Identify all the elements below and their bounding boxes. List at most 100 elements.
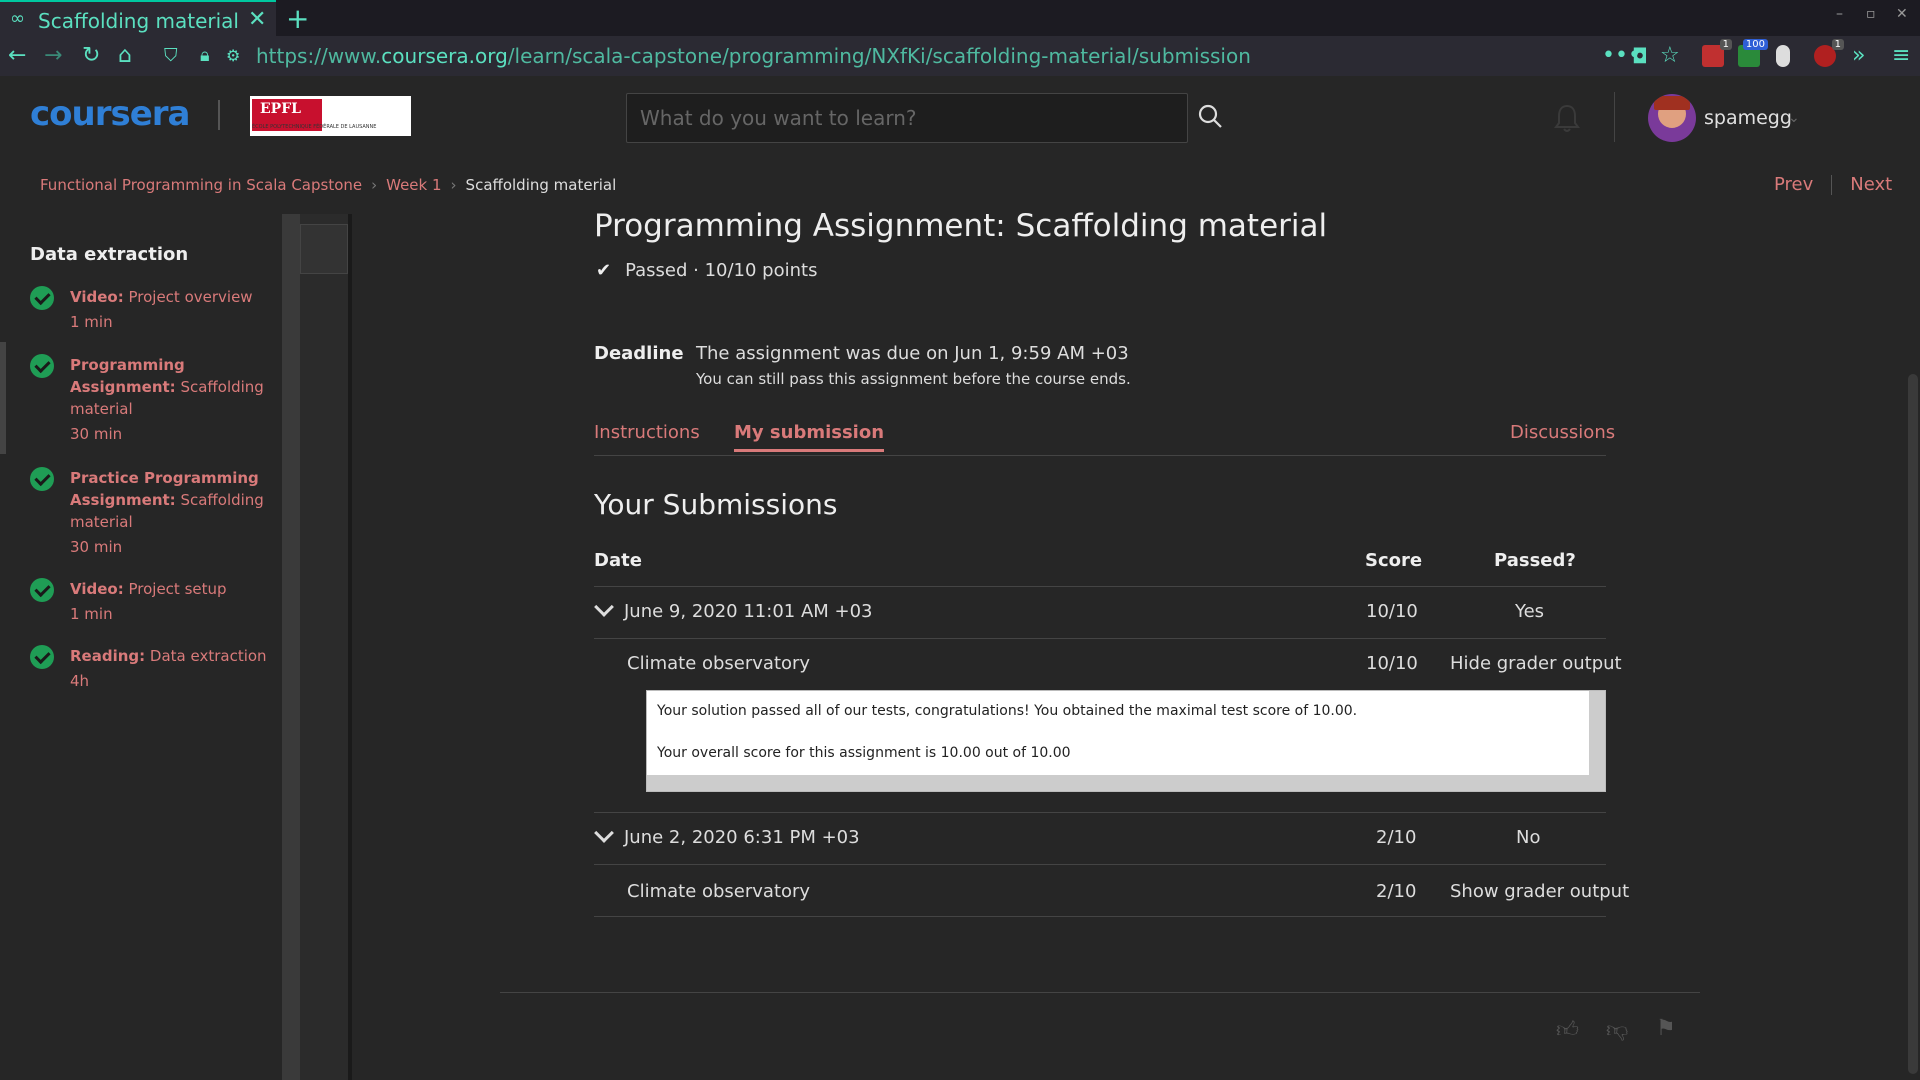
table-divider bbox=[594, 916, 1606, 917]
breadcrumb-current: Scaffolding material bbox=[465, 176, 617, 194]
page-scrollbar[interactable] bbox=[1906, 214, 1920, 1080]
table-divider bbox=[594, 864, 1606, 865]
lock-icon[interactable]: 🔒︎ bbox=[200, 44, 210, 68]
completed-check-icon bbox=[30, 645, 54, 669]
sidebar-scroll-rail bbox=[348, 214, 352, 1080]
ublock-icon[interactable]: 1 bbox=[1814, 39, 1844, 67]
coursera-favicon-icon: ∞ bbox=[10, 8, 25, 29]
forward-icon[interactable]: → bbox=[44, 44, 62, 68]
browser-nav-bar: ← → ↻ ⌂ ⛉ 🔒︎ ⚙ https://www.coursera.org/… bbox=[0, 36, 1920, 76]
new-tab-icon[interactable]: + bbox=[286, 2, 309, 35]
page-scrollbar-thumb[interactable] bbox=[1908, 374, 1918, 1074]
browser-tab-bar: ∞ Scaffolding material | Coursera ✕ + – … bbox=[0, 0, 1920, 36]
hamburger-menu-icon[interactable]: ≡ bbox=[1892, 44, 1910, 68]
part-name: Climate observatory bbox=[627, 881, 811, 902]
breadcrumb-course[interactable]: Functional Programming in Scala Capstone bbox=[40, 176, 362, 194]
footer-divider bbox=[500, 992, 1700, 993]
shield-icon[interactable]: ⛉ bbox=[164, 44, 178, 68]
part-score: 2/10 bbox=[1376, 881, 1417, 902]
avatar[interactable] bbox=[1648, 94, 1696, 142]
thumbs-up-icon[interactable]: 👍︎ bbox=[1556, 1016, 1582, 1043]
chevron-down-icon[interactable]: ⌄ bbox=[1788, 110, 1800, 126]
extension-badge: 1 bbox=[1831, 39, 1844, 50]
search-icon[interactable] bbox=[1196, 102, 1226, 132]
next-link[interactable]: Next bbox=[1850, 174, 1892, 195]
part-score: 10/10 bbox=[1366, 653, 1418, 674]
thumbs-down-icon[interactable]: 👎︎ bbox=[1606, 1016, 1632, 1043]
item-duration: 1 min bbox=[70, 605, 113, 623]
status-text: Passed · 10/10 points bbox=[625, 260, 818, 281]
checkmark-icon: ✔ bbox=[596, 260, 612, 281]
item-name: Project setup bbox=[128, 580, 227, 598]
item-name: Project overview bbox=[128, 288, 253, 306]
tab-discussions[interactable]: Discussions bbox=[1510, 422, 1615, 443]
epfl-logo[interactable]: EPFL ÉCOLE POLYTECHNIQUE FÉDÉRALE DE LAU… bbox=[250, 96, 411, 136]
completed-check-icon bbox=[30, 354, 54, 378]
restore-icon[interactable]: ▫ bbox=[1866, 6, 1876, 22]
item-duration: 4h bbox=[70, 672, 90, 690]
prev-link[interactable]: Prev bbox=[1774, 174, 1813, 195]
submission-date: June 9, 2020 11:01 AM +03 bbox=[624, 601, 873, 622]
sidebar-collapse-button[interactable] bbox=[300, 224, 348, 274]
deadline-note: You can still pass this assignment befor… bbox=[696, 370, 1131, 388]
pocket-icon[interactable]: ◘ bbox=[1632, 44, 1648, 68]
chevron-down-icon[interactable] bbox=[594, 597, 614, 617]
back-icon[interactable]: ← bbox=[8, 44, 26, 68]
completed-check-icon bbox=[30, 286, 54, 310]
column-header-date: Date bbox=[594, 550, 642, 571]
home-icon[interactable]: ⌂ bbox=[118, 44, 132, 68]
prev-next-divider bbox=[1831, 175, 1833, 195]
breadcrumb-week[interactable]: Week 1 bbox=[386, 176, 441, 194]
table-divider bbox=[594, 812, 1606, 813]
sidebar-title: Data extraction bbox=[30, 244, 189, 265]
grader-vertical-scrollbar[interactable] bbox=[1589, 691, 1605, 791]
completed-check-icon bbox=[30, 467, 54, 491]
completed-check-icon bbox=[30, 578, 54, 602]
submissions-heading: Your Submissions bbox=[594, 488, 838, 521]
bookmark-star-icon[interactable]: ☆ bbox=[1660, 44, 1680, 68]
submission-date: June 2, 2020 6:31 PM +03 bbox=[624, 827, 860, 848]
url-bar[interactable]: https://www.coursera.org/learn/scala-cap… bbox=[256, 44, 1251, 68]
url-prefix: https://www. bbox=[256, 44, 382, 68]
flag-icon[interactable]: ⚑ bbox=[1656, 1016, 1682, 1042]
extension-1-icon[interactable]: 1 bbox=[1702, 39, 1732, 67]
username[interactable]: spamegg bbox=[1704, 107, 1792, 129]
course-sidebar: Data extraction Video: Project overview 1… bbox=[0, 214, 282, 1080]
tab-my-submission[interactable]: My submission bbox=[734, 422, 885, 452]
browser-tab[interactable]: ∞ Scaffolding material | Coursera ✕ bbox=[0, 0, 276, 36]
extension-2-icon[interactable]: 100 bbox=[1738, 39, 1768, 67]
deadline-label: Deadline bbox=[594, 343, 684, 364]
overflow-chevrons-icon[interactable]: » bbox=[1852, 44, 1865, 68]
coursera-logo[interactable]: coursera bbox=[30, 94, 190, 134]
sidebar-scrollbar[interactable] bbox=[282, 214, 352, 1080]
hide-grader-output-button[interactable]: Hide grader output bbox=[1450, 653, 1622, 674]
chevron-down-icon[interactable] bbox=[594, 823, 614, 843]
minimize-icon[interactable]: – bbox=[1836, 6, 1843, 22]
page-title: Programming Assignment: Scaffolding mate… bbox=[594, 208, 1328, 244]
notifications-bell-icon[interactable] bbox=[1552, 102, 1582, 134]
permissions-icon[interactable]: ⚙ bbox=[226, 44, 240, 68]
reload-icon[interactable]: ↻ bbox=[82, 44, 100, 68]
extension-badge: 1 bbox=[1719, 39, 1732, 50]
table-divider bbox=[594, 586, 1606, 587]
sidebar-active-indicator bbox=[0, 342, 6, 454]
show-grader-output-button[interactable]: Show grader output bbox=[1450, 881, 1629, 902]
submission-score: 2/10 bbox=[1376, 827, 1417, 848]
extension-3-icon[interactable] bbox=[1776, 45, 1790, 67]
site-header: coursera EPFL ÉCOLE POLYTECHNIQUE FÉDÉRA… bbox=[0, 76, 1920, 158]
grader-horizontal-scrollbar[interactable] bbox=[647, 775, 1591, 791]
submission-score: 10/10 bbox=[1366, 601, 1418, 622]
part-name: Climate observatory bbox=[627, 653, 811, 674]
tab-instructions[interactable]: Instructions bbox=[594, 422, 700, 443]
deadline-text: The assignment was due on Jun 1, 9:59 AM… bbox=[696, 343, 1129, 364]
breadcrumb-chevron-icon: › bbox=[371, 176, 378, 194]
grader-output[interactable]: Your solution passed all of our tests, c… bbox=[646, 690, 1606, 792]
logo-divider bbox=[218, 100, 220, 130]
search-input[interactable] bbox=[627, 94, 1187, 142]
breadcrumb-chevron-icon: › bbox=[450, 176, 457, 194]
grader-output-line: Your solution passed all of our tests, c… bbox=[657, 703, 1358, 719]
item-type: Programming Assignment: bbox=[70, 356, 185, 396]
item-duration: 30 min bbox=[70, 538, 123, 556]
close-tab-icon[interactable]: ✕ bbox=[248, 7, 266, 32]
window-close-icon[interactable]: ✕ bbox=[1896, 6, 1908, 22]
